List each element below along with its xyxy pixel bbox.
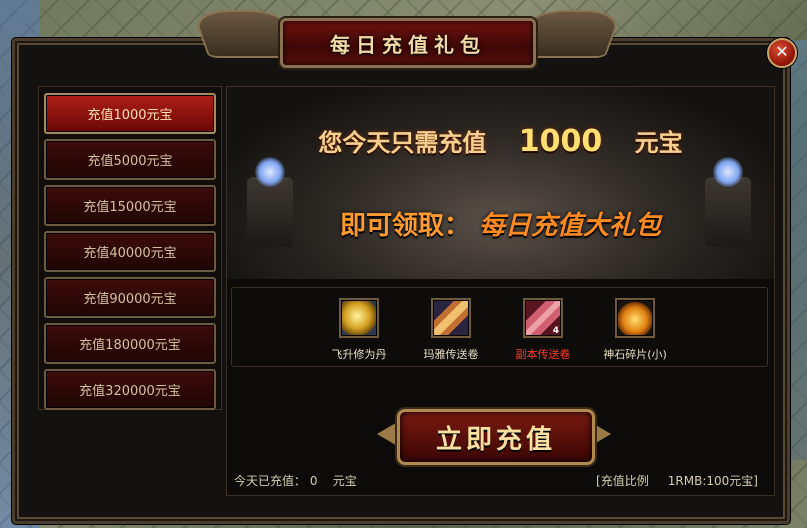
blue-flame-right [713, 157, 743, 187]
reward-item-label: 玛雅传送卷 [423, 348, 479, 361]
today-label: 今天已充值： [234, 474, 307, 488]
title-plate: 每日充值礼包 [280, 18, 536, 68]
reward-item[interactable]: 玛雅传送卷 [406, 298, 496, 362]
banner-line2-prefix: 即可领取： [339, 211, 470, 241]
tier-tab-label: 充值1000元宝 [87, 108, 173, 123]
reward-item-label: 副本传送卷 [515, 348, 571, 361]
reward-item[interactable]: 4 副本传送卷 [498, 298, 588, 362]
tier-tab-1000[interactable]: 充值1000元宝 [44, 93, 216, 134]
main-panel: 您今天只需充值 1000 元宝 即可领取： 每日充值大礼包 飞升修为丹 玛雅传送… [226, 86, 775, 496]
today-recharged: 今天已充值： 0 元宝 [234, 472, 357, 489]
tier-tab-label: 充值5000元宝 [87, 154, 173, 169]
dialog-title: 每日充值礼包 [330, 32, 486, 57]
banner-line-2: 即可领取： 每日充值大礼包 [227, 205, 774, 242]
red-scroll-icon: 4 [523, 298, 563, 338]
item-count: 4 [552, 326, 559, 336]
scroll-icon [431, 298, 471, 338]
reward-items-panel: 飞升修为丹 玛雅传送卷 4 副本传送卷 神石碎片(小) [231, 287, 768, 367]
today-unit: 元宝 [332, 474, 357, 488]
reward-item-label: 神石碎片(小) [603, 348, 667, 361]
banner: 您今天只需充值 1000 元宝 即可领取： 每日充值大礼包 [227, 87, 774, 279]
tier-tab-label: 充值40000元宝 [83, 246, 177, 261]
button-wing-left [377, 421, 399, 447]
tier-tab-label: 充值180000元宝 [79, 338, 181, 353]
tier-tab-180000[interactable]: 充值180000元宝 [44, 323, 216, 364]
close-icon: ✕ [775, 42, 789, 61]
banner-amount: 1000 [518, 124, 603, 159]
banner-reward-name: 每日充值大礼包 [479, 211, 662, 241]
tier-tab-15000[interactable]: 充值15000元宝 [44, 185, 216, 226]
golden-orb-icon [339, 298, 379, 338]
ratio-label: [充值比例 [596, 474, 649, 488]
recharge-now-button[interactable]: 立即充值 [397, 409, 595, 465]
reward-item-label: 飞升修为丹 [331, 348, 387, 361]
tier-sidebar: 充值1000元宝 充值5000元宝 充值15000元宝 充值40000元宝 充值… [38, 86, 222, 410]
recharge-now-label: 立即充值 [435, 424, 556, 455]
tier-tab-90000[interactable]: 充值90000元宝 [44, 277, 216, 318]
recharge-ratio: [充值比例 1RMB:100元宝] [596, 472, 758, 489]
banner-line1-prefix: 您今天只需充值 [318, 129, 487, 157]
tier-tab-label: 充值15000元宝 [83, 200, 177, 215]
banner-line-1: 您今天只需充值 1000 元宝 [227, 123, 774, 159]
tier-tab-label: 充值90000元宝 [83, 292, 177, 307]
tier-tab-320000[interactable]: 充值320000元宝 [44, 369, 216, 410]
today-value: 0 [309, 474, 318, 488]
blue-flame-left [255, 157, 285, 187]
ratio-value: 1RMB:100元宝] [667, 474, 758, 488]
banner-line1-suffix: 元宝 [634, 129, 683, 157]
tier-tab-5000[interactable]: 充值5000元宝 [44, 139, 216, 180]
reward-item[interactable]: 飞升修为丹 [314, 298, 404, 362]
reward-item[interactable]: 神石碎片(小) [590, 298, 680, 362]
close-button[interactable]: ✕ [767, 38, 797, 68]
tier-tab-40000[interactable]: 充值40000元宝 [44, 231, 216, 272]
tier-tab-label: 充值320000元宝 [79, 384, 181, 399]
gem-shard-icon [615, 298, 655, 338]
